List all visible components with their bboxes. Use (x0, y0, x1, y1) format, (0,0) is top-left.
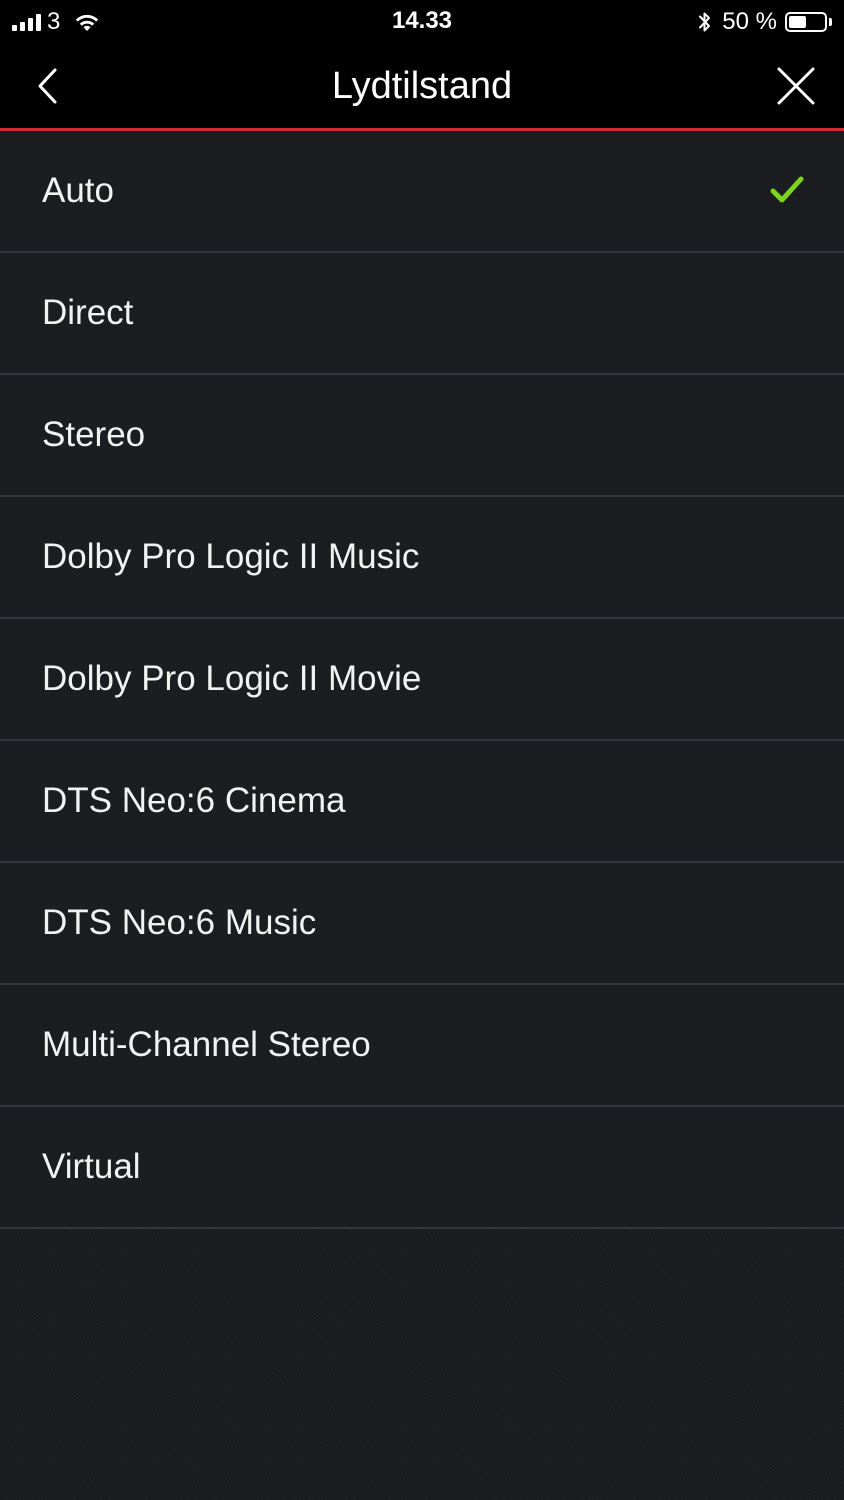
close-button[interactable] (770, 60, 822, 112)
page-title: Lydtilstand (331, 65, 513, 107)
back-button[interactable] (22, 62, 74, 110)
status-bar: 3 14.33 50 % (0, 0, 844, 44)
checkmark-icon (770, 176, 804, 203)
item-label: Dolby Pro Logic II Movie (42, 659, 422, 698)
list-item-direct[interactable]: Direct (0, 253, 844, 375)
list-item-stereo[interactable]: Stereo (0, 375, 844, 497)
battery-tip (829, 18, 832, 26)
item-label: Stereo (42, 415, 146, 454)
battery-icon (785, 12, 827, 32)
list-item-dolby-pro-logic-ii-movie[interactable]: Dolby Pro Logic II Movie (0, 619, 844, 741)
close-icon (777, 67, 815, 105)
item-label: Auto (42, 171, 114, 210)
item-label: Virtual (42, 1147, 141, 1186)
list-item-dts-neo6-cinema[interactable]: DTS Neo:6 Cinema (0, 741, 844, 863)
screen: 3 14.33 50 % Lydtilstand Auto Direct Ste… (0, 0, 844, 1500)
item-label: DTS Neo:6 Cinema (42, 781, 346, 820)
navigation-header: Lydtilstand (0, 44, 844, 131)
battery-level-fill (789, 16, 806, 28)
chevron-left-icon (38, 68, 57, 104)
battery-percent: 50 % (722, 8, 777, 35)
item-label: DTS Neo:6 Music (42, 903, 317, 942)
list-item-dolby-pro-logic-ii-music[interactable]: Dolby Pro Logic II Music (0, 497, 844, 619)
list-item-auto[interactable]: Auto (0, 131, 844, 253)
status-right: 50 % (698, 7, 832, 37)
sound-mode-list: Auto Direct Stereo Dolby Pro Logic II Mu… (0, 131, 844, 1229)
list-item-dts-neo6-music[interactable]: DTS Neo:6 Music (0, 863, 844, 985)
list-item-multi-channel-stereo[interactable]: Multi-Channel Stereo (0, 985, 844, 1107)
item-label: Direct (42, 293, 134, 332)
list-item-virtual[interactable]: Virtual (0, 1107, 844, 1229)
item-label: Multi-Channel Stereo (42, 1025, 371, 1064)
bluetooth-icon (699, 12, 711, 32)
item-label: Dolby Pro Logic II Music (42, 537, 420, 576)
